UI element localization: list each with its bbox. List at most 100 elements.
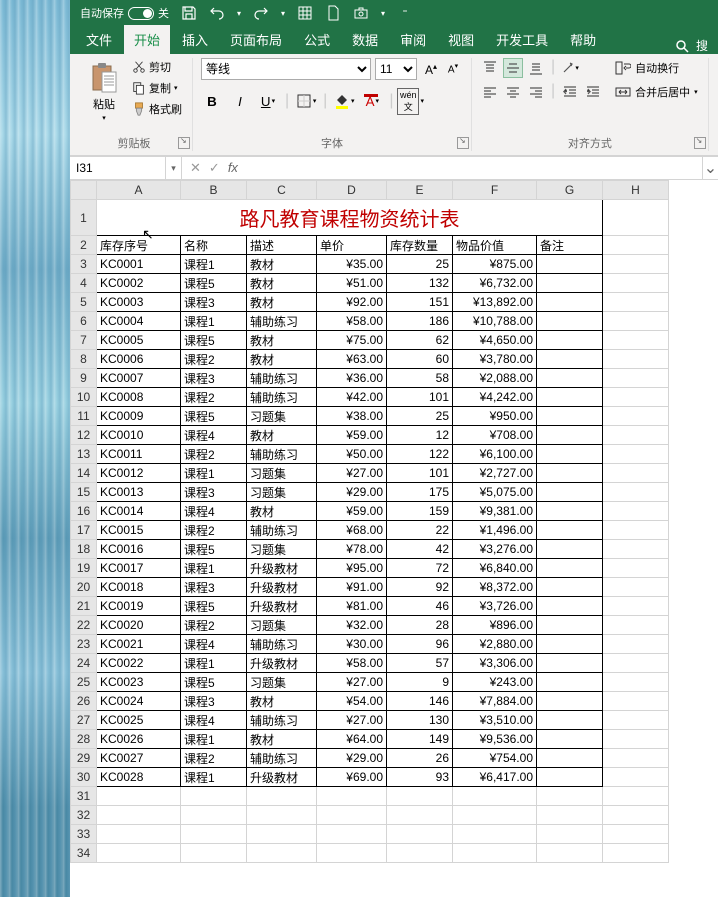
cell[interactable] — [603, 200, 669, 236]
decrease-indent-button[interactable] — [560, 82, 580, 102]
cell[interactable] — [537, 673, 603, 692]
search-icon[interactable] — [674, 38, 690, 54]
cell[interactable]: ¥27.00 — [317, 673, 387, 692]
row-header-24[interactable]: 24 — [71, 654, 97, 673]
cell[interactable] — [317, 844, 387, 863]
cell[interactable] — [603, 312, 669, 331]
cell[interactable] — [387, 806, 453, 825]
row-header-4[interactable]: 4 — [71, 274, 97, 293]
col-header-G[interactable]: G — [537, 181, 603, 200]
cell[interactable]: KC0005 — [97, 331, 181, 350]
cell[interactable]: 课程5 — [181, 407, 247, 426]
cell[interactable]: 升级教材 — [247, 768, 317, 787]
cell[interactable]: 课程3 — [181, 293, 247, 312]
cell[interactable]: 42 — [387, 540, 453, 559]
cell[interactable]: ¥36.00 — [317, 369, 387, 388]
cell[interactable]: 辅助练习 — [247, 635, 317, 654]
cell[interactable] — [603, 540, 669, 559]
cell[interactable] — [317, 787, 387, 806]
tab-dev[interactable]: 开发工具 — [486, 25, 558, 54]
cell[interactable] — [97, 787, 181, 806]
cell[interactable] — [603, 768, 669, 787]
cell[interactable] — [537, 350, 603, 369]
cell[interactable]: 教材 — [247, 274, 317, 293]
cell[interactable]: 辅助练习 — [247, 711, 317, 730]
cell[interactable]: ¥6,417.00 — [453, 768, 537, 787]
cell[interactable] — [603, 236, 669, 255]
cell[interactable] — [537, 578, 603, 597]
cell[interactable] — [97, 825, 181, 844]
cell[interactable]: KC0026 — [97, 730, 181, 749]
cell[interactable]: 26 — [387, 749, 453, 768]
cell[interactable] — [603, 274, 669, 293]
cell[interactable]: ¥3,780.00 — [453, 350, 537, 369]
cell[interactable]: KC0021 — [97, 635, 181, 654]
cell[interactable]: 辅助练习 — [247, 312, 317, 331]
cell[interactable]: 辅助练习 — [247, 369, 317, 388]
increase-indent-button[interactable] — [583, 82, 603, 102]
cell[interactable]: 辅助练习 — [247, 445, 317, 464]
align-bottom-button[interactable] — [526, 58, 546, 78]
fill-color-button[interactable]: ▾ — [333, 90, 355, 112]
clipboard-launcher[interactable] — [178, 137, 190, 149]
cell[interactable] — [317, 806, 387, 825]
cell[interactable]: 辅助练习 — [247, 749, 317, 768]
cell[interactable] — [537, 464, 603, 483]
cell[interactable]: 课程5 — [181, 274, 247, 293]
table-header[interactable]: 单价 — [317, 236, 387, 255]
cell[interactable]: 教材 — [247, 331, 317, 350]
cell[interactable]: 151 — [387, 293, 453, 312]
cell[interactable] — [537, 787, 603, 806]
paste-button[interactable]: 粘贴 ▾ — [84, 58, 124, 126]
cell[interactable]: KC0025 — [97, 711, 181, 730]
cell[interactable]: ¥1,496.00 — [453, 521, 537, 540]
chevron-down-icon[interactable]: ▾ — [381, 9, 385, 18]
tab-view[interactable]: 视图 — [438, 25, 484, 54]
cell[interactable] — [537, 635, 603, 654]
cell[interactable]: 课程1 — [181, 768, 247, 787]
cell[interactable] — [603, 806, 669, 825]
decrease-font-button[interactable]: A▾ — [443, 58, 463, 80]
cell[interactable]: ¥243.00 — [453, 673, 537, 692]
cell[interactable]: KC0009 — [97, 407, 181, 426]
cell[interactable]: ¥50.00 — [317, 445, 387, 464]
cell[interactable]: 课程4 — [181, 502, 247, 521]
select-all-corner[interactable] — [71, 181, 97, 200]
table-header[interactable]: 物品价值 — [453, 236, 537, 255]
border-button[interactable]: ▾ — [295, 90, 317, 112]
col-header-E[interactable]: E — [387, 181, 453, 200]
cell[interactable]: ¥59.00 — [317, 502, 387, 521]
cell[interactable]: ¥6,732.00 — [453, 274, 537, 293]
table-header[interactable]: 备注 — [537, 236, 603, 255]
cell[interactable] — [603, 331, 669, 350]
cell[interactable]: KC0016 — [97, 540, 181, 559]
cell[interactable]: 101 — [387, 388, 453, 407]
font-size-select[interactable]: 11 — [375, 58, 417, 80]
row-header-20[interactable]: 20 — [71, 578, 97, 597]
cell[interactable]: ¥10,788.00 — [453, 312, 537, 331]
cell[interactable]: 62 — [387, 331, 453, 350]
cell[interactable]: 课程3 — [181, 483, 247, 502]
cell[interactable] — [453, 806, 537, 825]
tab-help[interactable]: 帮助 — [560, 25, 606, 54]
row-header-34[interactable]: 34 — [71, 844, 97, 863]
cell[interactable] — [247, 806, 317, 825]
cell[interactable] — [537, 692, 603, 711]
cell[interactable]: ¥7,884.00 — [453, 692, 537, 711]
cell[interactable] — [603, 692, 669, 711]
cell[interactable] — [387, 787, 453, 806]
row-header-28[interactable]: 28 — [71, 730, 97, 749]
underline-button[interactable]: U▾ — [257, 90, 279, 112]
align-left-button[interactable] — [480, 82, 500, 102]
cell[interactable]: 课程2 — [181, 445, 247, 464]
cell[interactable]: 课程2 — [181, 521, 247, 540]
cut-button[interactable]: 剪切 — [130, 58, 184, 76]
cell[interactable]: 60 — [387, 350, 453, 369]
chevron-down-icon[interactable]: ▾ — [281, 9, 285, 18]
row-header-32[interactable]: 32 — [71, 806, 97, 825]
cell[interactable]: 175 — [387, 483, 453, 502]
cell[interactable] — [603, 350, 669, 369]
cell[interactable] — [453, 844, 537, 863]
row-header-26[interactable]: 26 — [71, 692, 97, 711]
cell[interactable]: ¥3,306.00 — [453, 654, 537, 673]
